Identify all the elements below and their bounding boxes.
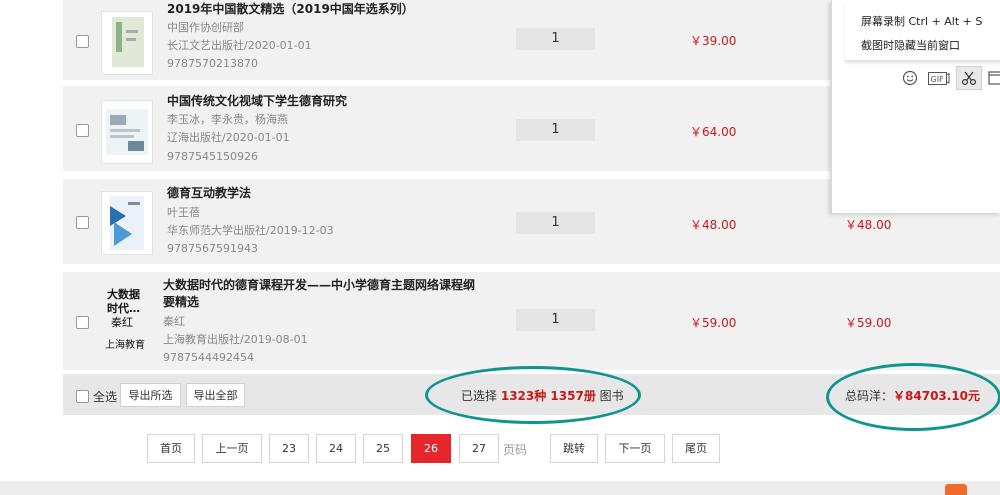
book-isbn: 9787570213870 (167, 57, 258, 70)
select-all-label[interactable]: 全选 (93, 388, 117, 405)
book-author: 李玉冰，李永贵，杨海燕 (167, 113, 288, 126)
row-checkbox[interactable] (76, 316, 89, 329)
book-isbn: 9787544492454 (163, 351, 254, 364)
book-price: ￥64.00 (690, 125, 737, 139)
book-isbn: 9787545150926 (167, 150, 258, 163)
book-publisher: 长江文艺出版社/2020-01-01 (167, 39, 312, 52)
menu-item-hide-window[interactable]: 截图时隐藏当前窗口 (861, 37, 960, 53)
book-publisher: 华东师范大学出版社/2019-12-03 (167, 224, 334, 237)
page-button[interactable]: 25 (363, 434, 403, 463)
quantity-field[interactable]: 1 (516, 28, 595, 50)
annotation-circle-selection (425, 366, 641, 424)
select-all-checkbox[interactable] (76, 390, 89, 403)
current-page-button[interactable]: 26 (411, 434, 451, 463)
quantity-field[interactable]: 1 (516, 309, 595, 331)
book-title[interactable]: 2019年中国散文精选（2019中国年选系列） (167, 1, 467, 18)
svg-text:GIF: GIF (931, 75, 945, 84)
menu-item-screen-record[interactable]: 屏幕录制 Ctrl + Alt + S (861, 13, 982, 29)
smiley-icon[interactable] (902, 70, 918, 86)
book-subtotal: ￥48.00 (845, 218, 892, 232)
row-checkbox[interactable] (76, 216, 89, 229)
export-all-button[interactable]: 导出全部 (186, 383, 245, 407)
gif-icon[interactable]: GIF (928, 72, 950, 85)
book-author: 秦红 (163, 315, 185, 328)
book-publisher: 辽海出版社/2020-01-01 (167, 131, 290, 144)
cover-image (106, 109, 148, 155)
book-price: ￥48.00 (690, 218, 737, 232)
cart-row: 大数据 时代… 秦红 上海教育 大数据时代的德育课程开发——中小学德育主题网络课… (63, 272, 1000, 370)
page-bottom-strip (0, 481, 1000, 495)
book-author: 叶王蓓 (167, 206, 200, 219)
prev-page-button[interactable]: 上一页 (202, 434, 262, 463)
floating-widget[interactable] (945, 484, 967, 495)
next-page-button[interactable]: 下一页 (605, 434, 665, 463)
export-selected-button[interactable]: 导出所选 (120, 383, 181, 407)
page-button[interactable]: 24 (316, 434, 356, 463)
book-publisher: 上海教育出版社/2019-08-01 (163, 333, 308, 346)
book-price: ￥39.00 (690, 34, 737, 48)
book-subtotal: ￥59.00 (845, 316, 892, 330)
book-title[interactable]: 中国传统文化视域下学生德育研究 (167, 93, 467, 110)
book-author: 中国作协创研部 (167, 21, 244, 34)
quantity-field[interactable]: 1 (516, 119, 595, 141)
page-button[interactable]: 23 (269, 434, 309, 463)
row-checkbox[interactable] (76, 124, 89, 137)
cover-text-line: 秦红 (111, 316, 133, 329)
page-label: 页码 (503, 443, 528, 457)
book-isbn: 9787567591943 (167, 242, 258, 255)
book-title[interactable]: 大数据时代的德育课程开发——中小学德育主题网络课程纲要精选 (163, 277, 478, 311)
book-title[interactable]: 德育互动教学法 (167, 185, 467, 202)
cover-image (112, 17, 144, 67)
annotation-circle-total (826, 363, 1000, 431)
cover-image (110, 196, 144, 250)
book-cover[interactable]: 大数据 时代… 秦红 上海教育 (101, 282, 151, 352)
scissors-icon (961, 71, 977, 86)
book-cover[interactable] (101, 191, 153, 255)
screenshot-tool-popup: 屏幕录制 Ctrl + Alt + S 截图时隐藏当前窗口 GIF (831, 0, 1000, 213)
book-cover[interactable] (101, 11, 153, 75)
quantity-field[interactable]: 1 (516, 212, 595, 234)
screenshot-menu: 屏幕录制 Ctrl + Alt + S 截图时隐藏当前窗口 (845, 0, 1000, 61)
book-price: ￥59.00 (690, 316, 737, 330)
page-number-input[interactable]: 27 (459, 434, 499, 463)
window-icon[interactable] (988, 71, 1000, 85)
row-checkbox[interactable] (76, 35, 89, 48)
book-cover[interactable] (101, 100, 153, 164)
cover-text-line: 上海教育 (105, 340, 145, 351)
last-page-button[interactable]: 尾页 (672, 434, 720, 463)
jump-button[interactable]: 跳转 (550, 434, 598, 463)
first-page-button[interactable]: 首页 (147, 434, 195, 463)
scissors-button[interactable] (956, 66, 982, 90)
